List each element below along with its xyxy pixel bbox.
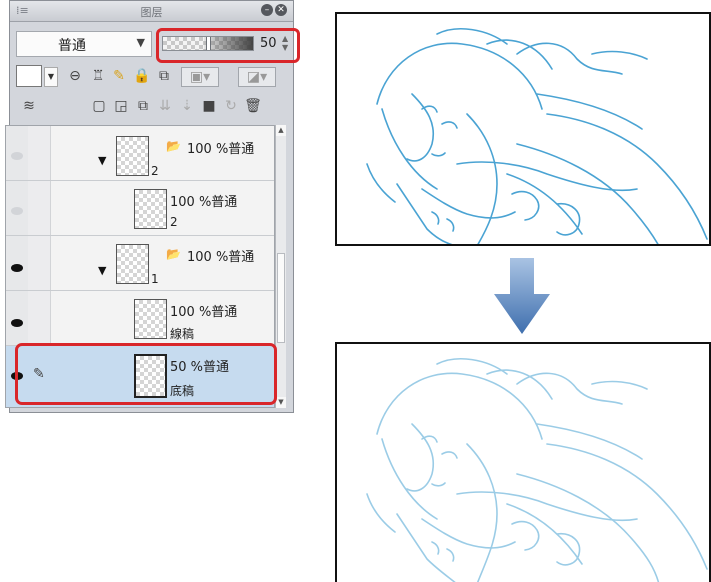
eye-icon[interactable] bbox=[11, 319, 23, 327]
clip-icon[interactable]: ♖ bbox=[89, 67, 107, 85]
scroll-thumb[interactable] bbox=[277, 253, 285, 343]
palette-disabled-icon: ◪▾ bbox=[238, 67, 276, 87]
layer-mode: 100 %普通 bbox=[187, 142, 255, 157]
folder-expand-icon[interactable]: ▼ bbox=[98, 154, 106, 167]
lock-icon[interactable]: 🔒 bbox=[133, 67, 151, 85]
swatch-dropdown-icon[interactable]: ▼ bbox=[44, 67, 58, 87]
layer-mode: 100 %普通 bbox=[170, 195, 238, 210]
layer-name: 1 bbox=[151, 272, 159, 286]
blend-disabled-icon: ▣▾ bbox=[181, 67, 219, 87]
panel-titlebar: ⁞≡ 图层 – ✕ bbox=[10, 1, 293, 22]
canvas-after bbox=[335, 342, 711, 582]
layer-row-folder-1[interactable]: ▼ 📂 100 %普通 1 bbox=[6, 236, 274, 291]
mask-icon[interactable]: ⊖ bbox=[66, 67, 84, 85]
layer-mode: 100 %普通 bbox=[170, 305, 238, 320]
layer-thumbnail bbox=[134, 299, 167, 339]
line-art-drawing-before bbox=[366, 28, 708, 244]
eye-icon[interactable] bbox=[11, 207, 23, 215]
minimize-icon[interactable]: – bbox=[261, 4, 273, 16]
layers-icon[interactable]: ≋ bbox=[20, 97, 38, 115]
close-icon[interactable]: ✕ bbox=[275, 4, 287, 16]
layer-actions-toolbar: ≋ ▢ ◲ ⧉ ⇊ ⇣ ■ ↻ 🗑 bbox=[16, 95, 292, 117]
selected-layer-highlight-box bbox=[15, 343, 277, 405]
layer-mode: 100 %普通 bbox=[187, 250, 255, 265]
chevron-down-icon: ▼ bbox=[136, 36, 145, 49]
layer-name: 線稿 bbox=[170, 327, 195, 341]
color-swatch-icon[interactable] bbox=[16, 65, 42, 87]
merge-visible-icon[interactable]: ⇣ bbox=[178, 97, 196, 115]
layer-thumbnail bbox=[134, 189, 167, 229]
blend-mode-select[interactable]: 普通 ▼ bbox=[16, 31, 152, 57]
canvas-before bbox=[335, 12, 711, 246]
layer-mask-icon[interactable]: ■ bbox=[200, 97, 218, 115]
layer-options-toolbar: ▼ ⊖ ♖ ✎ 🔒 ⧉ ▣▾ ◪▾ bbox=[16, 65, 292, 91]
lock-transparency-icon[interactable]: ⧉ bbox=[155, 67, 173, 85]
layer-name: 2 bbox=[151, 164, 159, 178]
layer-row-folder-2[interactable]: ▼ 📂 100 %普通 2 bbox=[6, 126, 274, 181]
reference-icon[interactable]: ✎ bbox=[110, 67, 128, 85]
layer-thumbnail bbox=[116, 244, 149, 284]
layer-name: 2 bbox=[170, 215, 178, 229]
layer-thumbnail bbox=[116, 136, 149, 176]
trash-icon[interactable]: 🗑 bbox=[244, 97, 262, 115]
eye-icon[interactable] bbox=[11, 264, 23, 272]
convert-icon[interactable]: ↻ bbox=[222, 97, 240, 115]
folder-icon: 📂 bbox=[166, 247, 181, 261]
scroll-up-icon[interactable]: ▲ bbox=[276, 125, 286, 136]
new-layer-icon[interactable]: ▢ bbox=[90, 97, 108, 115]
new-folder-icon[interactable]: ◲ bbox=[112, 97, 130, 115]
eye-icon[interactable] bbox=[11, 152, 23, 160]
layer-row-2[interactable]: 100 %普通 2 bbox=[6, 181, 274, 236]
folder-icon: 📂 bbox=[166, 139, 181, 153]
folder-expand-icon[interactable]: ▼ bbox=[98, 264, 106, 277]
down-arrow-icon bbox=[494, 258, 550, 334]
opacity-highlight-box bbox=[156, 28, 300, 63]
scroll-down-icon[interactable]: ▼ bbox=[276, 397, 286, 408]
line-art-drawing-after bbox=[366, 358, 708, 582]
layer-row-line-art[interactable]: 100 %普通 線稿 bbox=[6, 291, 274, 346]
blend-mode-value: 普通 bbox=[58, 38, 86, 54]
copy-layer-icon[interactable]: ⧉ bbox=[134, 97, 152, 115]
panel-title: 图层 bbox=[140, 6, 163, 19]
merge-down-icon[interactable]: ⇊ bbox=[156, 97, 174, 115]
